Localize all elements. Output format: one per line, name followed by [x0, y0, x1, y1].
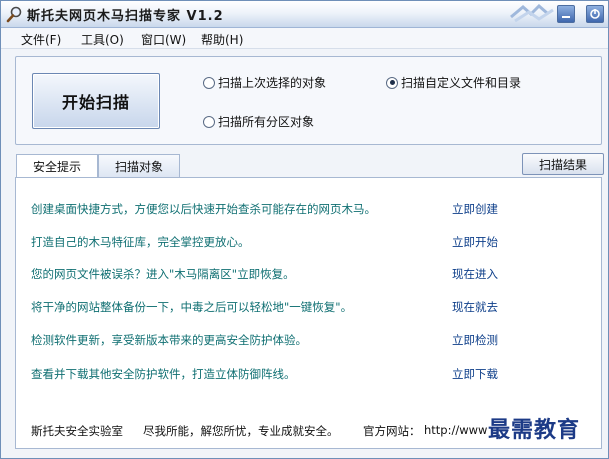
action-link[interactable]: 立即创建 [452, 201, 498, 217]
title-bar[interactable]: 斯托夫网页木马扫描专家 V1.2 [1, 1, 608, 28]
scan-results-button[interactable]: 扫描结果 [522, 153, 604, 175]
app-window: 斯托夫网页木马扫描专家 V1.2 文件(F) 工具(O) 窗口(W) 帮助(H)… [0, 0, 609, 459]
menu-file[interactable]: 文件(F) [21, 31, 61, 48]
lab-name: 斯托夫安全实验室 [31, 424, 123, 438]
menu-window[interactable]: 窗口(W) [141, 31, 186, 48]
tip-text: 创建桌面快捷方式，方便您以后快速开始查杀可能存在的网页木马。 [31, 202, 376, 216]
start-scan-button[interactable]: 开始扫描 [32, 73, 160, 129]
close-button[interactable] [586, 5, 604, 23]
radio-selected-icon [386, 76, 398, 89]
action-link[interactable]: 立即开始 [452, 234, 498, 250]
radio-all-partitions[interactable]: 扫描所有分区对象 [203, 113, 314, 130]
tip-text: 将干净的网站整体备份一下，中毒之后可以轻松地"一键恢复"。 [31, 300, 353, 314]
radio-unselected-icon [203, 115, 215, 128]
radio-custom-files[interactable]: 扫描自定义文件和目录 [386, 74, 521, 91]
logo-icon [510, 3, 554, 23]
minimize-icon [562, 16, 570, 18]
menu-bar: 文件(F) 工具(O) 窗口(W) 帮助(H) [1, 28, 608, 49]
action-link[interactable]: 现在就去 [452, 299, 498, 315]
radio-last-selection[interactable]: 扫描上次选择的对象 [203, 74, 326, 91]
magnifier-icon [6, 6, 22, 23]
window-title: 斯托夫网页木马扫描专家 V1.2 [27, 9, 224, 24]
action-link[interactable]: 现在进入 [452, 266, 498, 282]
menu-help[interactable]: 帮助(H) [201, 31, 243, 48]
radio-label: 扫描上次选择的对象 [218, 76, 327, 90]
tip-text: 查看并下载其他安全防护软件，打造立体防御阵线。 [31, 367, 296, 381]
action-link[interactable]: 立即下载 [452, 366, 498, 382]
slogan: 尽我所能，解您所忧，专业成就安全。 [143, 424, 339, 438]
tip-text: 您的网页文件被误杀？进入"木马隔离区"立即恢复。 [31, 267, 295, 281]
minimize-button[interactable] [557, 5, 575, 23]
tip-text: 打造自己的木马特征库，完全掌控更放心。 [31, 235, 250, 249]
close-icon [590, 9, 600, 19]
tip-text: 检测软件更新，享受新版本带来的更高安全防护体验。 [31, 333, 307, 347]
website-label: 官方网站： [363, 424, 421, 438]
radio-label: 扫描自定义文件和目录 [401, 76, 522, 90]
website-link[interactable]: http://www [424, 423, 487, 437]
radio-unselected-icon [203, 76, 215, 89]
radio-label: 扫描所有分区对象 [218, 115, 315, 129]
action-link[interactable]: 立即检测 [452, 332, 498, 348]
tab-scan-targets[interactable]: 扫描对象 [98, 154, 180, 178]
watermark: 最需教育 [488, 417, 581, 443]
menu-tools[interactable]: 工具(O) [81, 31, 124, 48]
tab-security-tips[interactable]: 安全提示 [16, 154, 98, 178]
